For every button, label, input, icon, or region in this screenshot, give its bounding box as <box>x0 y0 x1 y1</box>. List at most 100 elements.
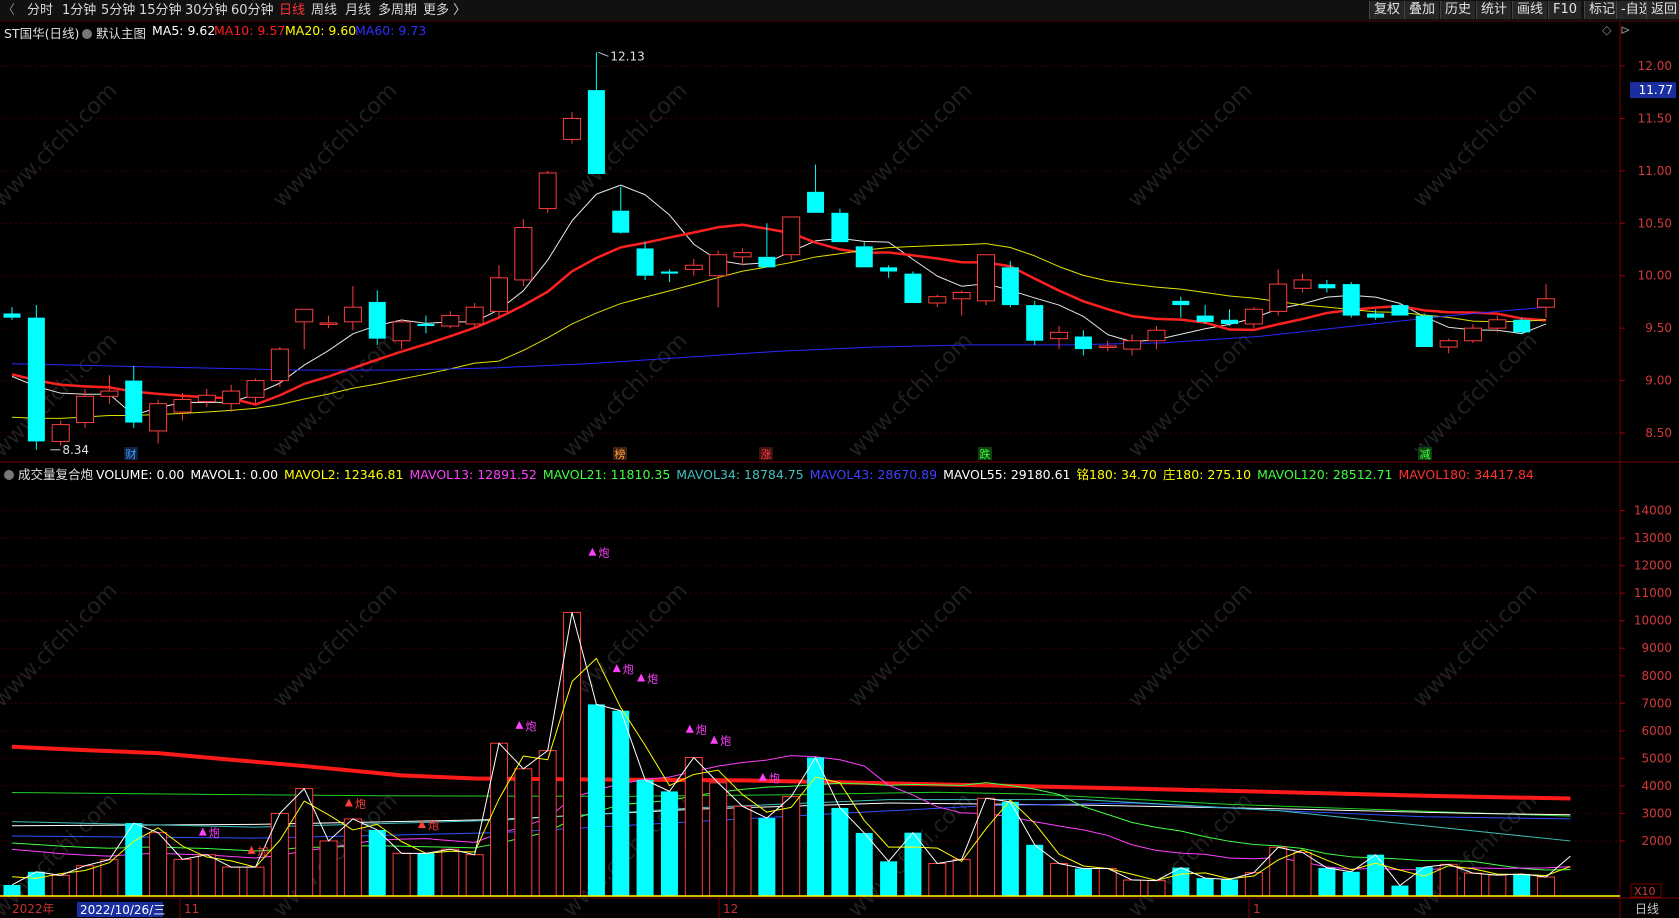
signal-marker-label: 炮 <box>769 772 780 785</box>
mark-button[interactable]: 标记 <box>1584 1 1620 19</box>
volume-tick-label: 8000 <box>1641 669 1672 683</box>
volume-tick-label: 13000 <box>1634 531 1672 545</box>
volume-tick-label: 10000 <box>1634 614 1672 628</box>
volume-tick-label: 4000 <box>1641 779 1672 793</box>
candle-body-up <box>952 291 971 300</box>
volume-bar-down <box>1391 885 1409 896</box>
volume-bar-up <box>1439 863 1458 897</box>
event-marker: 财 <box>126 447 137 461</box>
month-label: 1 <box>1253 902 1261 916</box>
volume-bar-down <box>612 710 630 896</box>
history-button[interactable]: 历史 <box>1440 1 1476 19</box>
low-price-label: 8.34 <box>62 443 89 457</box>
tab-period-60min[interactable]: 60分钟 <box>231 2 274 19</box>
tab-period-15min[interactable]: 15分钟 <box>139 2 182 19</box>
candle-body-up <box>733 252 752 258</box>
signal-marker-label: 炮 <box>209 827 220 840</box>
signal-marker-label: 炮 <box>355 797 366 810</box>
price-tick-label: 12.00 <box>1638 59 1672 73</box>
watermark-text: www.cfchi.com <box>843 578 977 712</box>
signal-marker-label: 炮 <box>696 724 707 737</box>
tab-period-5min[interactable]: 5分钟 <box>101 2 135 19</box>
volume-bar-up <box>173 858 192 897</box>
candle-body-down <box>587 90 605 174</box>
watermark-text: www.cfchi.com <box>268 578 402 712</box>
candle-body-down <box>1513 319 1531 333</box>
candle-body-down <box>880 267 898 272</box>
event-marker: 跌 <box>980 447 991 461</box>
more-periods-menu[interactable]: 更多 〉 <box>423 2 466 19</box>
tab-period-1min[interactable]: 1分钟 <box>62 2 96 19</box>
candle-body-up <box>149 403 168 432</box>
volume-bar-up <box>928 863 947 897</box>
tab-period-multi[interactable]: 多周期 <box>378 2 417 19</box>
volume-tick-label: 6000 <box>1641 724 1672 738</box>
price-tick-label: 10.00 <box>1638 269 1672 283</box>
overlay-button[interactable]: 叠加 <box>1404 1 1440 19</box>
tab-period-fenshi[interactable]: 分时 <box>27 2 53 19</box>
price-tick-label: 11.00 <box>1638 164 1672 178</box>
statistics-button[interactable]: 统计 <box>1476 1 1512 19</box>
candle-body-down <box>904 273 922 303</box>
signal-marker-label: 炮 <box>525 720 536 733</box>
watermark-text: www.cfchi.com <box>558 328 692 462</box>
watermark-text: www.cfchi.com <box>1408 788 1542 918</box>
restore-rights-button[interactable]: 复权 <box>1369 1 1405 19</box>
tab-period-weekly[interactable]: 周线 <box>311 2 337 19</box>
month-label: 12 <box>723 902 738 916</box>
volume-tick-label: 5000 <box>1641 751 1672 765</box>
signal-marker-label: 炮 <box>720 735 731 748</box>
watermark-text: www.cfchi.com <box>0 78 123 212</box>
candle-body-down <box>1391 305 1409 316</box>
volume-bar-down <box>831 807 849 896</box>
watermark-text: www.cfchi.com <box>843 328 977 462</box>
tab-period-30min[interactable]: 30分钟 <box>185 2 228 19</box>
watermark-text: www.cfchi.com <box>1408 78 1542 212</box>
volume-bar-up <box>441 848 460 897</box>
candle-body-up <box>684 264 703 270</box>
candle-body-down <box>636 248 654 276</box>
price-tick-label: 9.50 <box>1645 321 1672 335</box>
candle-body-down <box>807 191 825 213</box>
candle-body-up <box>709 254 728 277</box>
signal-marker-triangle <box>637 673 646 682</box>
candle-body-down <box>1318 284 1336 289</box>
candle-body-down <box>3 313 21 318</box>
volume-bar-up <box>222 866 241 897</box>
volume-bar-down <box>660 791 678 896</box>
candle-body-up <box>563 117 582 140</box>
watermark-text: www.cfchi.com <box>1123 578 1257 712</box>
volume-bar-down <box>636 779 654 896</box>
watermark-text: www.cfchi.com <box>0 578 123 712</box>
volume-tick-label: 7000 <box>1641 696 1672 710</box>
mavol180-line <box>11 744 1571 801</box>
volume-bar-up <box>319 840 338 897</box>
ma20-line <box>11 243 1547 419</box>
tab-period-daily[interactable]: 日线 <box>279 2 305 19</box>
watermark-text: www.cfchi.com <box>268 328 402 462</box>
back-button[interactable]: 返回 <box>1646 1 1679 19</box>
volume-bar-up <box>1123 879 1142 897</box>
volume-tick-label: 3000 <box>1641 806 1672 820</box>
signal-marker-triangle <box>758 772 767 781</box>
volume-multiplier: X10 <box>1634 885 1656 898</box>
f10-button[interactable]: F10 <box>1548 1 1582 19</box>
volume-bar-down <box>1001 801 1019 896</box>
high-price-label: 12.13 <box>610 49 644 63</box>
window-menu-icon[interactable]: 〈 <box>2 2 15 19</box>
candle-body-up <box>1464 327 1482 342</box>
tab-period-monthly[interactable]: 月线 <box>345 2 371 19</box>
volume-bar-down <box>904 832 922 896</box>
candle-body-up <box>1293 279 1312 289</box>
candle-body-down <box>1172 300 1190 306</box>
volume-bar-up <box>149 832 168 897</box>
volume-bar-up <box>246 866 265 897</box>
candle-body-up <box>173 398 192 413</box>
volume-bar-down <box>1318 867 1336 896</box>
candle-body-up <box>1537 298 1556 308</box>
signal-marker-label: 加 <box>258 845 269 858</box>
signal-marker-triangle <box>198 827 207 836</box>
candle-body-up <box>1147 329 1166 342</box>
watermark-text: www.cfchi.com <box>558 78 692 212</box>
draw-line-button[interactable]: 画线 <box>1512 1 1548 19</box>
